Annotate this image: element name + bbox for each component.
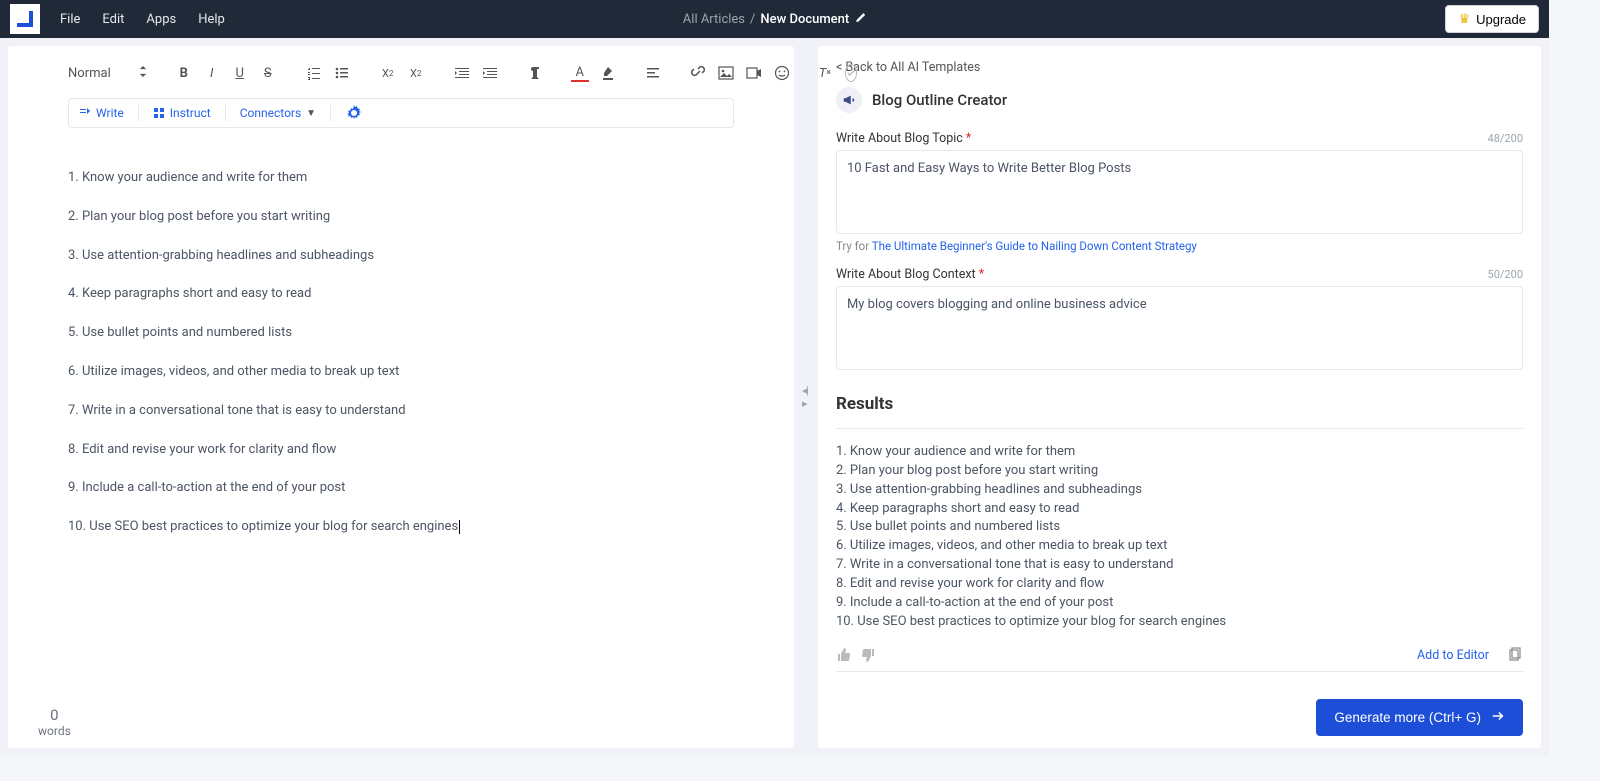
chevron-updown-icon xyxy=(139,66,147,80)
menu-apps[interactable]: Apps xyxy=(146,12,176,27)
result-line: 5. Use bullet points and numbered lists xyxy=(836,518,1523,537)
editor-line[interactable]: 8. Edit and revise your work for clarity… xyxy=(68,440,734,461)
text-color-icon[interactable]: A xyxy=(571,64,589,82)
topic-label: Write About Blog Topic * xyxy=(836,131,971,146)
result-line: 10. Use SEO best practices to optimize y… xyxy=(836,613,1523,632)
context-label: Write About Blog Context * xyxy=(836,267,984,282)
editor-content[interactable]: 1. Know your audience and write for them… xyxy=(8,138,794,748)
result-line: 7. Write in a conversational tone that i… xyxy=(836,556,1523,575)
editor-line[interactable]: 1. Know your audience and write for them xyxy=(68,168,734,189)
ai-panel: < Back to All AI Templates Blog Outline … xyxy=(818,46,1541,748)
topic-counter: 48/200 xyxy=(1488,132,1523,145)
grid-icon xyxy=(153,107,165,119)
italic-icon[interactable]: I xyxy=(203,64,221,82)
breadcrumb-doc-name[interactable]: New Document xyxy=(760,12,849,27)
result-line: 6. Utilize images, videos, and other med… xyxy=(836,537,1523,556)
crown-icon: ♛ xyxy=(1458,11,1470,27)
underline-icon[interactable]: U xyxy=(231,64,249,82)
megaphone-icon xyxy=(836,87,862,113)
upgrade-label: Upgrade xyxy=(1476,12,1526,27)
gear-icon[interactable] xyxy=(345,104,363,122)
add-to-editor-link[interactable]: Add to Editor xyxy=(1417,648,1489,663)
result-line: 3. Use attention-grabbing headlines and … xyxy=(836,481,1523,500)
result-line: 8. Edit and revise your work for clarity… xyxy=(836,575,1523,594)
breadcrumb: All Articles / New Document xyxy=(683,12,866,27)
breadcrumb-root[interactable]: All Articles xyxy=(683,12,745,27)
panel-splitter[interactable]: ◂ | ▸ xyxy=(802,46,810,748)
result-line: 9. Include a call-to-action at the end o… xyxy=(836,594,1523,613)
app-header: File Edit Apps Help All Articles / New D… xyxy=(0,0,1549,38)
style-select[interactable]: Normal xyxy=(68,66,147,81)
context-input[interactable] xyxy=(836,286,1523,370)
results-list: 1. Know your audience and write for them… xyxy=(836,429,1523,639)
image-icon[interactable] xyxy=(717,64,735,82)
editor-line[interactable]: 5. Use bullet points and numbered lists xyxy=(68,323,734,344)
editor-line[interactable]: 3. Use attention-grabbing headlines and … xyxy=(68,246,734,267)
editor-line[interactable]: 7. Write in a conversational tone that i… xyxy=(68,401,734,422)
unordered-list-icon[interactable] xyxy=(333,64,351,82)
superscript-icon[interactable]: X2 xyxy=(407,64,425,82)
arrow-right-icon xyxy=(1491,709,1505,726)
breadcrumb-sep: / xyxy=(750,12,755,27)
ordered-list-icon[interactable] xyxy=(305,64,323,82)
editor-line[interactable]: 10. Use SEO best practices to optimize y… xyxy=(68,517,734,538)
back-to-templates-link[interactable]: < Back to All AI Templates xyxy=(836,60,1523,75)
results-box: 1. Know your audience and write for them… xyxy=(836,428,1523,672)
connectors-label: Connectors xyxy=(240,106,301,120)
result-line: 2. Plan your blog post before you start … xyxy=(836,462,1523,481)
write-label: Write xyxy=(96,106,124,120)
editor-line[interactable]: 4. Keep paragraphs short and easy to rea… xyxy=(68,284,734,305)
connectors-dropdown[interactable]: Connectors ▼ xyxy=(240,106,316,120)
align-icon[interactable] xyxy=(645,64,661,82)
clear-format-icon[interactable]: T× xyxy=(819,64,831,82)
copy-icon[interactable] xyxy=(1507,647,1523,663)
chevron-down-icon: ▼ xyxy=(306,108,316,119)
text-direction-icon[interactable] xyxy=(527,64,543,82)
generate-more-button[interactable]: Generate more (Ctrl+ G) xyxy=(1316,699,1523,736)
editor-toolbar: Normal B I U S xyxy=(8,46,794,138)
editor-line[interactable]: 9. Include a call-to-action at the end o… xyxy=(68,478,734,499)
bold-icon[interactable]: B xyxy=(175,64,193,82)
instruct-label: Instruct xyxy=(170,106,211,120)
emoji-icon[interactable] xyxy=(773,64,791,82)
topic-input[interactable] xyxy=(836,150,1523,234)
template-title: Blog Outline Creator xyxy=(836,87,1523,113)
link-icon[interactable] xyxy=(689,64,707,82)
result-line: 1. Know your audience and write for them xyxy=(836,443,1523,462)
word-count: 0 words xyxy=(38,706,71,738)
app-logo[interactable] xyxy=(10,4,40,34)
try-example-link[interactable]: The Ultimate Beginner's Guide to Nailing… xyxy=(872,239,1197,253)
subscript-icon[interactable]: X2 xyxy=(379,64,397,82)
context-counter: 50/200 xyxy=(1488,268,1523,281)
menu-file[interactable]: File xyxy=(60,12,80,27)
thumbs-down-icon[interactable] xyxy=(860,647,876,663)
splitter-handle-icon: ◂ | ▸ xyxy=(802,384,810,410)
strikethrough-icon[interactable]: S xyxy=(259,64,277,82)
thumbs-up-icon[interactable] xyxy=(836,647,852,663)
upgrade-button[interactable]: ♛ Upgrade xyxy=(1445,5,1539,33)
style-select-label: Normal xyxy=(68,66,111,81)
results-header: Results xyxy=(836,394,1523,414)
template-title-text: Blog Outline Creator xyxy=(872,91,1007,109)
main-menu: File Edit Apps Help xyxy=(60,12,225,27)
pencil-icon[interactable] xyxy=(854,12,866,27)
pen-lines-icon xyxy=(79,107,91,119)
result-line: 4. Keep paragraphs short and easy to rea… xyxy=(836,500,1523,519)
highlight-icon[interactable] xyxy=(599,64,617,82)
generate-more-label: Generate more (Ctrl+ G) xyxy=(1334,710,1481,725)
menu-help[interactable]: Help xyxy=(198,12,225,27)
instruct-button[interactable]: Instruct xyxy=(153,106,211,120)
word-count-label: words xyxy=(38,724,71,738)
editor-panel: Normal B I U S xyxy=(8,46,794,748)
editor-line[interactable]: 2. Plan your blog post before you start … xyxy=(68,207,734,228)
write-button[interactable]: Write xyxy=(79,106,124,120)
status-check-icon[interactable] xyxy=(845,64,857,82)
menu-edit[interactable]: Edit xyxy=(102,12,124,27)
outdent-icon[interactable] xyxy=(453,64,471,82)
word-count-num: 0 xyxy=(38,706,71,724)
video-icon[interactable] xyxy=(745,64,763,82)
editor-line[interactable]: 6. Utilize images, videos, and other med… xyxy=(68,362,734,383)
try-example: Try for The Ultimate Beginner's Guide to… xyxy=(836,239,1523,253)
indent-icon[interactable] xyxy=(481,64,499,82)
